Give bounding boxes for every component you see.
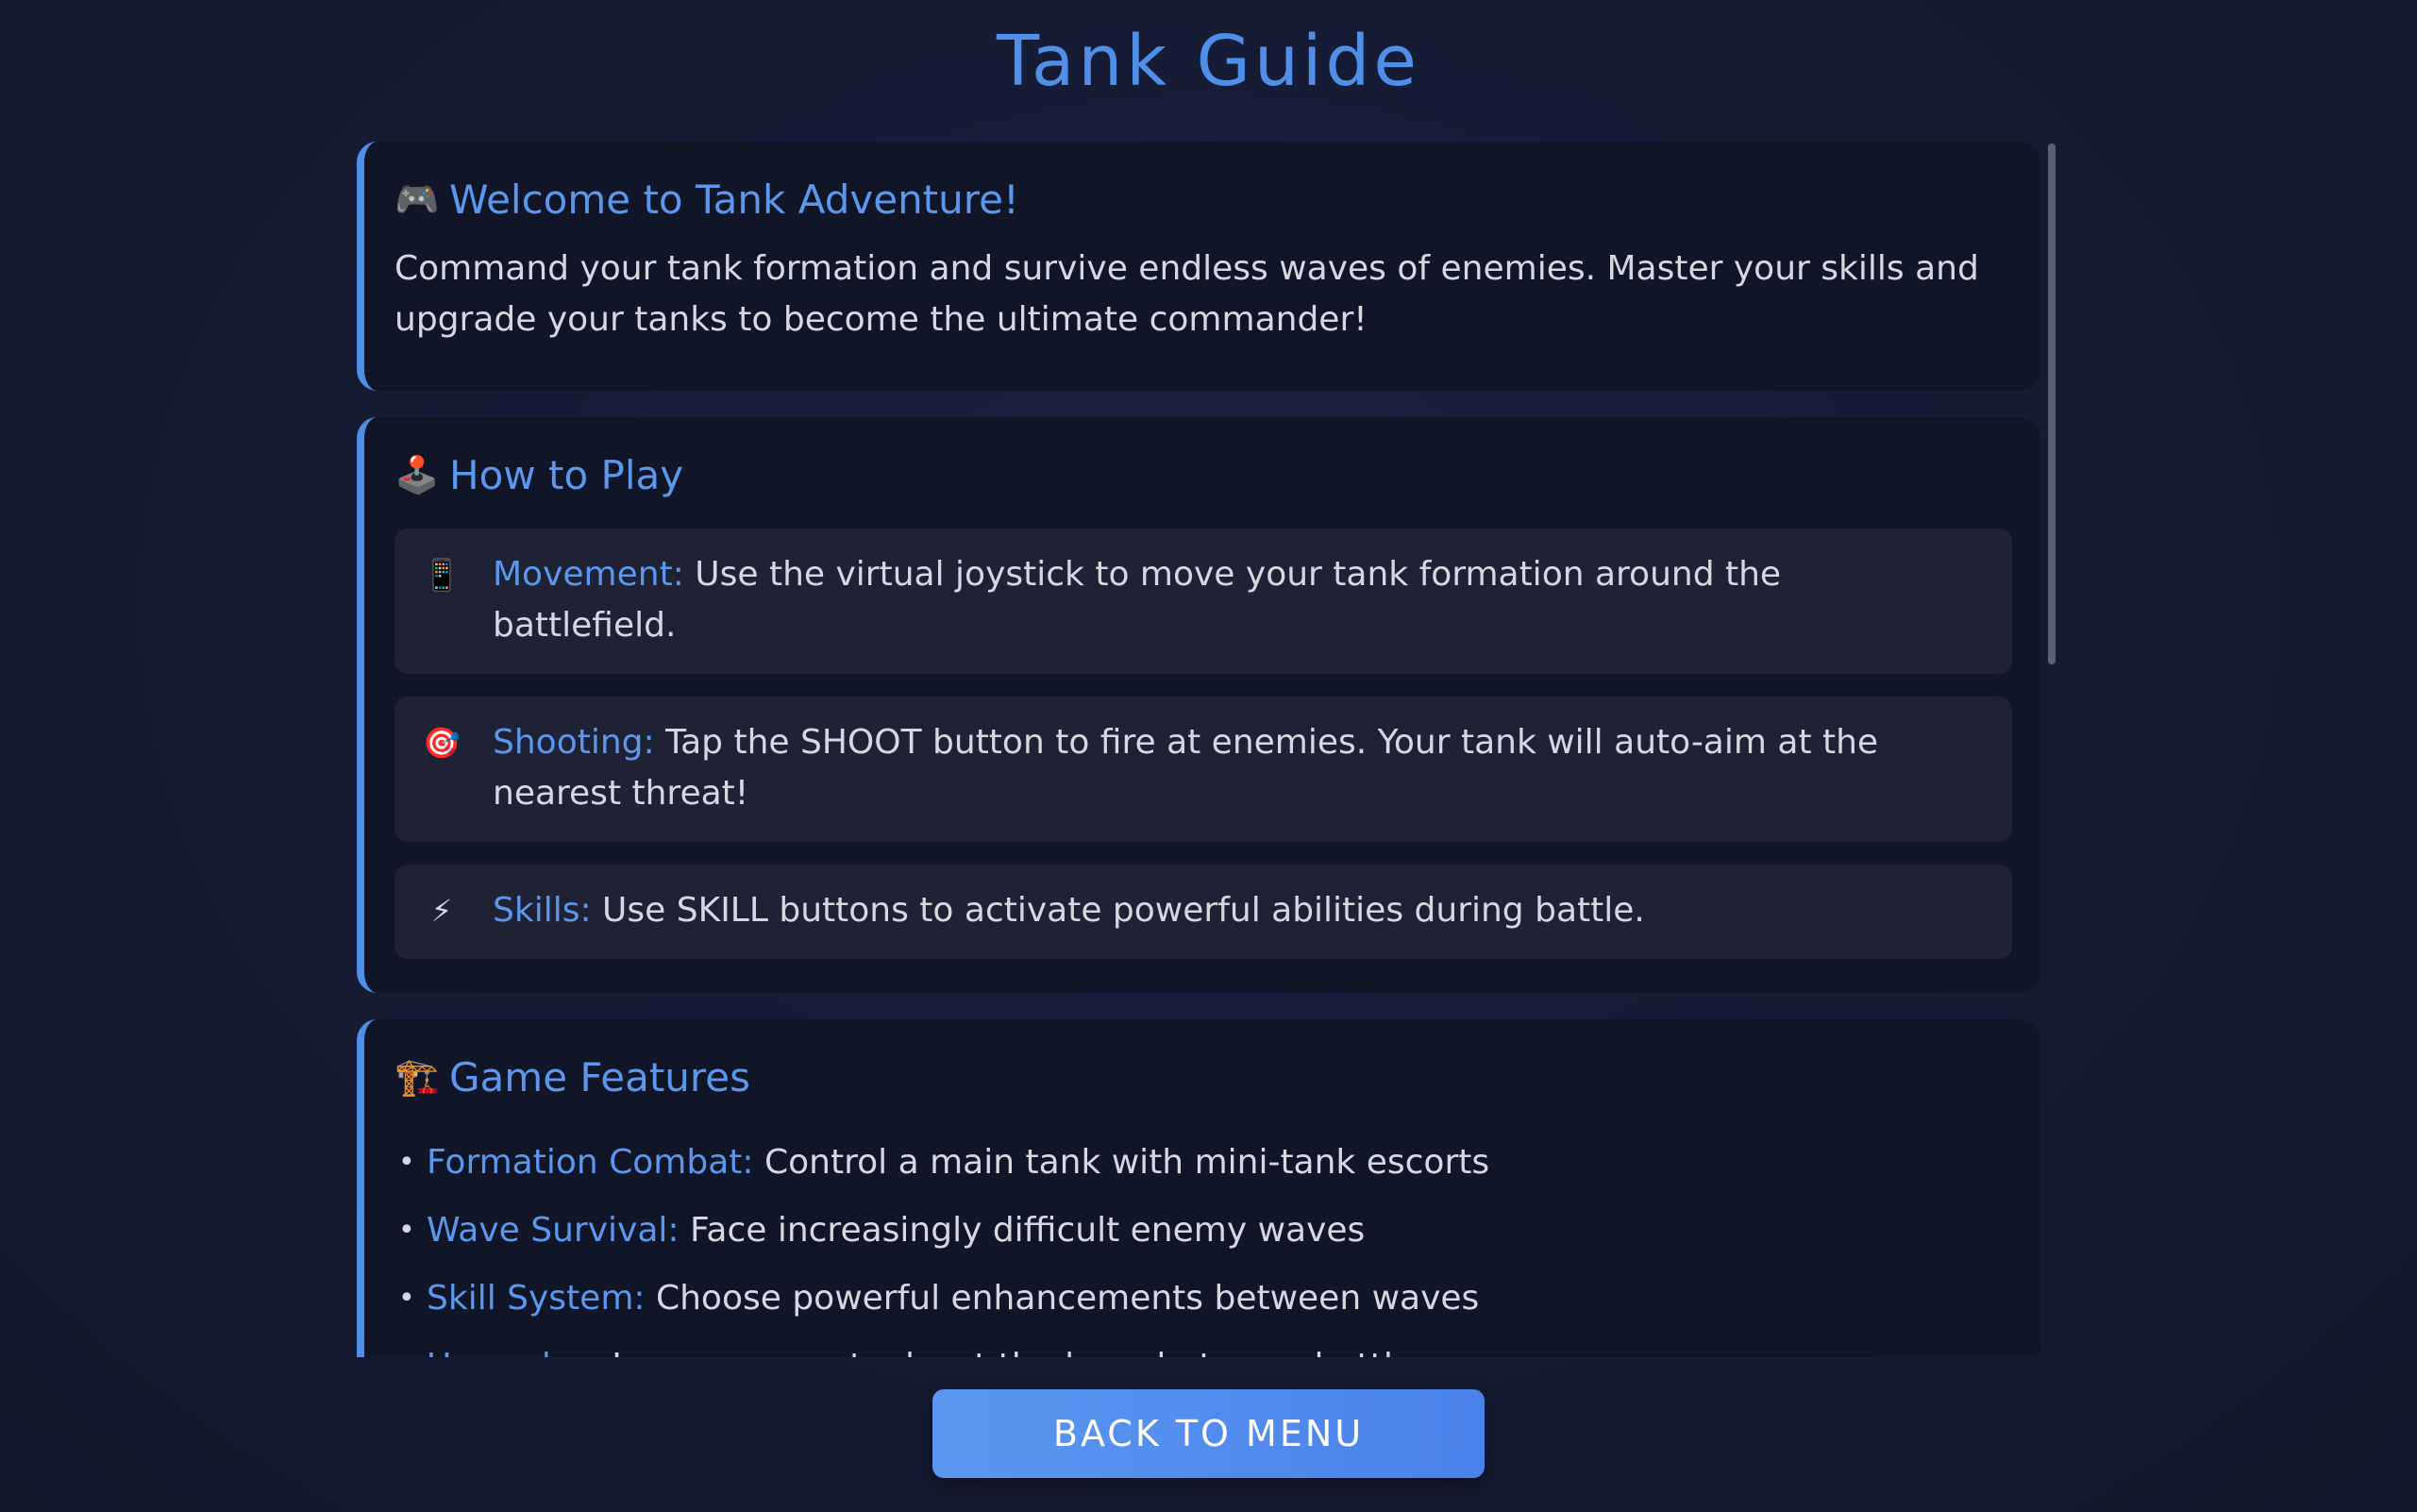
- step-label: Movement:: [493, 555, 684, 594]
- welcome-heading-text: Welcome to Tank Adventure!: [449, 176, 1019, 223]
- step-text: Use SKILL buttons to activate powerful a…: [591, 891, 1645, 930]
- feature-text: Control a main tank with mini-tank escor…: [753, 1143, 1490, 1182]
- welcome-heading: 🎮 Welcome to Tank Adventure!: [394, 176, 2010, 223]
- feature-text: Face increasingly difficult enemy waves: [679, 1211, 1366, 1250]
- feature-label: Formation Combat:: [427, 1143, 754, 1182]
- list-item: • Upgrades: Improve your tanks at the ba…: [394, 1333, 2010, 1357]
- target-icon: 🎯: [423, 725, 461, 761]
- list-item: • Wave Survival: Face increasingly diffi…: [394, 1197, 2010, 1265]
- step-label: Skills:: [493, 891, 592, 930]
- phone-icon: 📱: [423, 557, 461, 593]
- feature-text: Choose powerful enhancements between wav…: [645, 1279, 1480, 1318]
- step-text: Tap the SHOOT button to fire at enemies.…: [493, 723, 1879, 813]
- scrollbar-thumb[interactable]: [2048, 143, 2056, 664]
- bullet: •: [398, 1282, 415, 1315]
- feature-label: Upgrades:: [427, 1347, 601, 1357]
- step-label: Shooting:: [493, 723, 655, 762]
- bullet: •: [398, 1214, 415, 1247]
- page-title: Tank Guide: [997, 21, 1420, 102]
- joystick-icon: 🕹️: [394, 453, 440, 496]
- step-movement: 📱 Movement: Use the virtual joystick to …: [394, 529, 2012, 674]
- feature-label: Wave Survival:: [427, 1211, 680, 1250]
- features-list: • Formation Combat: Control a main tank …: [394, 1129, 2010, 1357]
- bullet: •: [398, 1333, 415, 1357]
- step-shooting: 🎯 Shooting: Tap the SHOOT button to fire…: [394, 697, 2012, 842]
- feature-text: Improve your tanks at the base between b…: [601, 1347, 1431, 1357]
- bullet: •: [398, 1146, 415, 1179]
- gamepad-icon: 🎮: [394, 177, 440, 220]
- lightning-icon: ⚡: [430, 893, 453, 929]
- feature-label: Skill System:: [427, 1279, 646, 1318]
- how-to-play-steps: 📱 Movement: Use the virtual joystick to …: [394, 529, 2012, 959]
- step-skills: ⚡ Skills: Use SKILL buttons to activate …: [394, 865, 2012, 959]
- list-item: • Skill System: Choose powerful enhancem…: [394, 1265, 2010, 1333]
- how-to-play-card: 🕹️ How to Play 📱 Movement: Use the virtu…: [357, 417, 2040, 993]
- features-heading-text: Game Features: [449, 1053, 750, 1100]
- guide-scroll-area[interactable]: 🎮 Welcome to Tank Adventure! Command you…: [357, 142, 2061, 1357]
- welcome-text: Command your tank formation and survive …: [394, 249, 1979, 339]
- how-to-play-heading: 🕹️ How to Play: [394, 451, 2010, 498]
- back-to-menu-button[interactable]: BACK TO MENU: [932, 1389, 1485, 1478]
- welcome-card: 🎮 Welcome to Tank Adventure! Command you…: [357, 142, 2040, 391]
- crane-icon: 🏗️: [394, 1055, 440, 1098]
- list-item: • Formation Combat: Control a main tank …: [394, 1129, 2010, 1197]
- features-heading: 🏗️ Game Features: [394, 1053, 2010, 1100]
- how-to-play-heading-text: How to Play: [449, 451, 684, 498]
- features-card: 🏗️ Game Features • Formation Combat: Con…: [357, 1019, 2040, 1357]
- step-text: Use the virtual joystick to move your ta…: [493, 555, 1782, 645]
